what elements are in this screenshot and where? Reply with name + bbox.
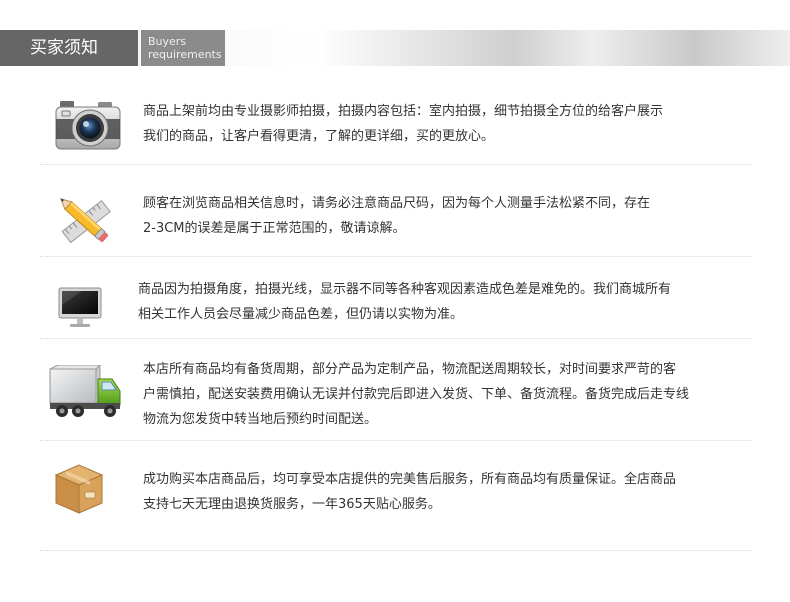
- header-subtitle: Buyers requirements: [141, 30, 225, 66]
- cardboard-box-icon: [52, 461, 106, 519]
- notice-item-sizing: 顾客在浏览商品相关信息时，请务必注意商品尺码，因为每个人测量手法松紧不同，存在 …: [40, 165, 752, 257]
- notice-item-after-sales: 成功购买本店商品后，均可享受本店提供的完美售后服务，所有商品均有质量保证。全店商…: [40, 441, 752, 551]
- notice-text-line: 我们的商品，让客户看得更清，了解的更详细，买的更放心。: [143, 129, 495, 144]
- notice-text: 商品上架前均由专业摄影师拍摄，拍摄内容包括：室内拍摄，细节拍摄全方位的给客户展示…: [143, 99, 663, 149]
- notice-text-line: 2-3CM的误差是属于正常范围的，敬请谅解。: [143, 221, 406, 236]
- dotted-divider: [40, 550, 752, 551]
- notice-text-line: 物流为您发货中转当地后预约时间配送。: [143, 412, 378, 427]
- notice-item-delivery: 本店所有商品均有备货周期，部分产品为定制产品，物流配送周期较长，对时间要求严苛的…: [40, 339, 752, 441]
- header-title: 买家须知: [0, 30, 138, 66]
- notice-text-line: 本店所有商品均有备货周期，部分产品为定制产品，物流配送周期较长，对时间要求严苛的…: [143, 362, 677, 377]
- notice-text-line: 支持七天无理由退换货服务，一年365天贴心服务。: [143, 497, 441, 512]
- camera-icon: [54, 99, 122, 155]
- notice-text: 商品因为拍摄角度，拍摄光线，显示器不同等各种客观因素造成色差是难免的。我们商城所…: [138, 277, 671, 327]
- notice-text: 顾客在浏览商品相关信息时，请务必注意商品尺码，因为每个人测量手法松紧不同，存在 …: [143, 191, 650, 241]
- notice-text-line: 户需慎拍，配送安装费用确认无误并付款完后即进入发货、下单、备货流程。备货完成后走…: [143, 387, 690, 402]
- buyers-notice-page: 买家须知 Buyers requirements 商品上架前均由专业摄影师拍摄，…: [0, 0, 790, 602]
- delivery-truck-icon: [48, 363, 124, 423]
- notice-text-line: 商品上架前均由专业摄影师拍摄，拍摄内容包括：室内拍摄，细节拍摄全方位的给客户展示: [143, 104, 664, 119]
- pencil-ruler-icon: [56, 191, 112, 253]
- notice-text-line: 相关工作人员会尽量减少商品色差，但仍请以实物为准。: [138, 307, 464, 322]
- monitor-icon: [58, 287, 102, 333]
- notice-text-line: 商品因为拍摄角度，拍摄光线，显示器不同等各种客观因素造成色差是难免的。我们商城所…: [138, 282, 672, 297]
- notice-item-photography: 商品上架前均由专业摄影师拍摄，拍摄内容包括：室内拍摄，细节拍摄全方位的给客户展示…: [40, 85, 752, 165]
- notice-text-line: 成功购买本店商品后，均可享受本店提供的完美售后服务，所有商品均有质量保证。全店商…: [143, 472, 677, 487]
- header-subtitle-line2: requirements: [148, 48, 222, 61]
- notice-text-line: 顾客在浏览商品相关信息时，请务必注意商品尺码，因为每个人测量手法松紧不同，存在: [143, 196, 651, 211]
- notice-item-color: 商品因为拍摄角度，拍摄光线，显示器不同等各种客观因素造成色差是难免的。我们商城所…: [40, 257, 752, 339]
- header-subtitle-line1: Buyers: [148, 35, 187, 48]
- notice-text: 成功购买本店商品后，均可享受本店提供的完美售后服务，所有商品均有质量保证。全店商…: [143, 467, 676, 517]
- notice-text: 本店所有商品均有备货周期，部分产品为定制产品，物流配送周期较长，对时间要求严苛的…: [143, 357, 689, 432]
- header-banner: 买家须知 Buyers requirements: [0, 30, 790, 66]
